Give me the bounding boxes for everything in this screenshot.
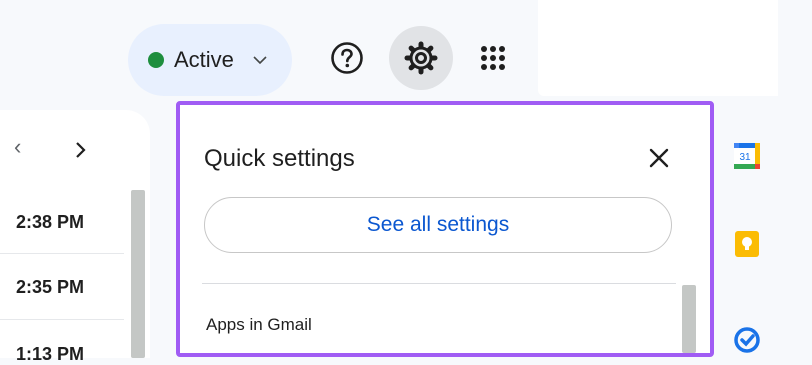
mail-time: 2:38 PM (16, 212, 85, 232)
tasks-icon[interactable] (733, 326, 761, 354)
gear-icon (404, 41, 438, 75)
keep-icon[interactable] (733, 230, 761, 258)
mail-time: 2:35 PM (16, 277, 85, 297)
settings-button[interactable] (389, 26, 453, 90)
close-icon (649, 148, 669, 168)
help-button[interactable] (315, 26, 379, 90)
calendar-icon[interactable]: 31 (733, 142, 761, 170)
status-button[interactable]: Active (128, 24, 292, 96)
search-area (538, 0, 778, 96)
scrollbar[interactable] (131, 190, 145, 358)
close-button[interactable] (642, 141, 676, 175)
apps-in-gmail-heading: Apps in Gmail (206, 315, 312, 334)
row-divider (0, 253, 124, 254)
apps-grid-icon (481, 46, 505, 70)
scrollbar[interactable] (682, 285, 696, 353)
help-icon (331, 42, 363, 74)
row-divider (0, 319, 124, 320)
chevron-down-icon (250, 50, 270, 70)
see-all-settings-button[interactable]: See all settings (204, 197, 672, 253)
mail-time: 1:13 PM (16, 344, 85, 364)
divider (202, 283, 676, 284)
status-dot (148, 52, 164, 68)
calendar-day: 31 (739, 152, 751, 163)
quick-settings-title: Quick settings (204, 145, 355, 172)
mail-list-panel: ‹ 2:38 PM 2:35 PM 1:13 PM (0, 110, 150, 364)
next-page-icon[interactable] (70, 140, 90, 160)
quick-settings-panel: Quick settings See all settings Apps in … (176, 101, 714, 357)
status-label: Active (174, 47, 234, 72)
apps-button[interactable] (461, 26, 525, 90)
previous-page-icon[interactable]: ‹ (14, 134, 21, 160)
